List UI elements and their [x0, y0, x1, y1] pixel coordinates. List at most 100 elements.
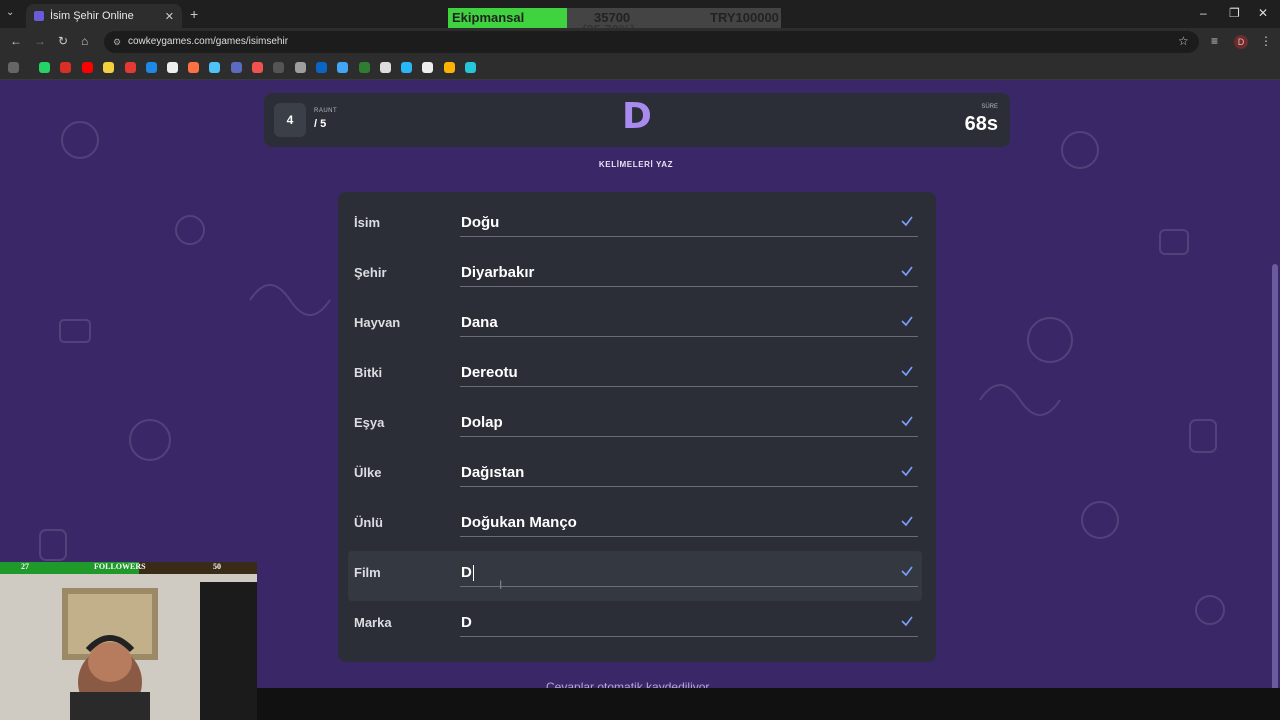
followers-goal-bar: 27 FOLLOWERS 50: [0, 562, 257, 574]
close-window-icon[interactable]: ✕: [1258, 6, 1268, 20]
tab-search-icon[interactable]: ⌄: [6, 7, 14, 18]
round-label: RAUNT: [314, 108, 338, 114]
check-icon: [901, 566, 913, 577]
bookmark-blue-icon[interactable]: [146, 62, 157, 73]
address-toolbar: ← → ↻ ⌂ ⚙ cowkeygames.com/games/isimsehi…: [0, 28, 1280, 56]
bookmark-check-icon[interactable]: [252, 62, 263, 73]
whatsapp-icon[interactable]: [39, 62, 50, 73]
input-caret: [472, 565, 474, 582]
menu-icon[interactable]: ⋮: [1260, 34, 1272, 48]
round-current: 4: [274, 103, 306, 137]
time-remaining: 68s: [964, 113, 998, 135]
check-icon: [901, 216, 913, 227]
category-row: Hayvan Dana: [348, 301, 922, 351]
bookmark-w-icon[interactable]: [273, 62, 284, 73]
bookmarks-bar: [0, 56, 1280, 80]
category-answer-input[interactable]: Dereotu: [460, 359, 918, 387]
round-total: / 5: [314, 118, 327, 130]
profile-avatar[interactable]: D: [1234, 35, 1248, 49]
webcam-image: [0, 562, 257, 720]
category-answer-text: Dana: [461, 314, 498, 331]
category-row: İsim Doğu: [348, 201, 922, 251]
category-answer-text: Doğukan Manço: [461, 514, 577, 531]
url-text: cowkeygames.com/games/isimsehir: [128, 36, 289, 47]
check-icon: [901, 316, 913, 327]
close-tab-icon[interactable]: ✕: [165, 10, 174, 23]
round-header: 4 RAUNT / 5 D SÜRE 68s: [264, 93, 1010, 147]
category-answer-input[interactable]: Doğu: [460, 209, 918, 237]
check-icon: [901, 416, 913, 427]
category-row: Ünlü Doğukan Manço: [348, 501, 922, 551]
bookmark-teal-icon[interactable]: [465, 62, 476, 73]
maximize-icon[interactable]: ❐: [1229, 6, 1240, 20]
category-answer-input[interactable]: Dolap: [460, 409, 918, 437]
category-row: Eşya Dolap: [348, 401, 922, 451]
minimize-icon[interactable]: –: [1200, 6, 1207, 20]
bookmark-diamond-icon[interactable]: [380, 62, 391, 73]
category-answer-text: D: [461, 564, 472, 581]
instruction-subtitle: KELİMELERİ YAZ: [598, 160, 674, 169]
linkedin-icon[interactable]: [316, 62, 327, 73]
browser-tab[interactable]: İsim Şehir Online ✕: [26, 4, 182, 28]
category-answer-text: Diyarbakır: [461, 264, 535, 281]
bookmark-s-icon[interactable]: [103, 62, 114, 73]
bookmark-red-icon[interactable]: [125, 62, 136, 73]
bookmark-globe-icon[interactable]: [401, 62, 412, 73]
check-icon: [901, 516, 913, 527]
site-info-icon[interactable]: ⚙: [113, 31, 121, 53]
answers-form: İsim Doğu Şehir Diyarbakır Hayvan Dana Bitki De…: [338, 192, 936, 662]
category-answer-input[interactable]: Doğukan Manço: [460, 509, 918, 537]
category-answer-input[interactable]: Dana: [460, 309, 918, 337]
page-scrollbar[interactable]: [1272, 264, 1278, 688]
category-label: Şehir: [354, 265, 387, 280]
bookmark-k-icon[interactable]: [359, 62, 370, 73]
category-label: Bitki: [354, 365, 383, 380]
category-answer-input[interactable]: Diyarbakır: [460, 259, 918, 287]
followers-current: 27: [21, 562, 29, 571]
followers-goal: 50: [213, 562, 221, 571]
bookmark-yellow-icon[interactable]: [444, 62, 455, 73]
check-icon: [901, 466, 913, 477]
category-label: Ünlü: [354, 515, 383, 530]
category-row: Film D: [348, 551, 922, 601]
bookmark-a-icon[interactable]: [167, 62, 178, 73]
current-letter: D: [622, 96, 652, 137]
check-icon: [901, 266, 913, 277]
category-label: Ülke: [354, 465, 382, 480]
bookmark-circle-icon[interactable]: [295, 62, 306, 73]
new-tab-icon[interactable]: +: [190, 6, 198, 22]
reload-icon[interactable]: ↻: [58, 34, 68, 48]
translate-icon[interactable]: [337, 62, 348, 73]
bookmark-ih-icon[interactable]: [231, 62, 242, 73]
category-answer-input[interactable]: Dağıstan: [460, 459, 918, 487]
category-answer-text: Dağıstan: [461, 464, 525, 481]
time-label: SÜRE: [981, 104, 998, 110]
back-icon[interactable]: ←: [10, 34, 22, 48]
category-label: Hayvan: [354, 315, 401, 330]
bookmark-orange-icon[interactable]: [188, 62, 199, 73]
category-row: Şehir Diyarbakır: [348, 251, 922, 301]
category-answer-text: D: [461, 614, 472, 631]
bookmark-star-icon[interactable]: ☆: [1178, 34, 1189, 48]
home-icon[interactable]: ⌂: [81, 34, 88, 48]
media-icon[interactable]: ≡: [1211, 34, 1218, 48]
donation-goal-label: Ekipmansal: [452, 10, 525, 25]
donation-goal-target: TRY100000: [710, 10, 779, 25]
category-label: Film: [354, 565, 381, 580]
category-row: Marka D: [348, 601, 922, 651]
address-bar[interactable]: ⚙ cowkeygames.com/games/isimsehir: [104, 31, 1199, 53]
category-answer-input[interactable]: D: [460, 609, 918, 637]
bookmark-gem-icon[interactable]: [209, 62, 220, 73]
gmail-icon[interactable]: [60, 62, 71, 73]
youtube-icon[interactable]: [82, 62, 93, 73]
webcam-overlay: [0, 562, 257, 720]
followers-label: FOLLOWERS: [94, 562, 146, 571]
category-answer-text: Dereotu: [461, 364, 518, 381]
github-icon[interactable]: [422, 62, 433, 73]
tab-title: İsim Şehir Online: [50, 10, 134, 22]
category-answer-input[interactable]: D: [460, 559, 918, 587]
check-icon: [901, 616, 913, 627]
apps-icon[interactable]: [8, 62, 19, 73]
category-label: Marka: [354, 615, 392, 630]
forward-icon[interactable]: →: [34, 34, 46, 48]
